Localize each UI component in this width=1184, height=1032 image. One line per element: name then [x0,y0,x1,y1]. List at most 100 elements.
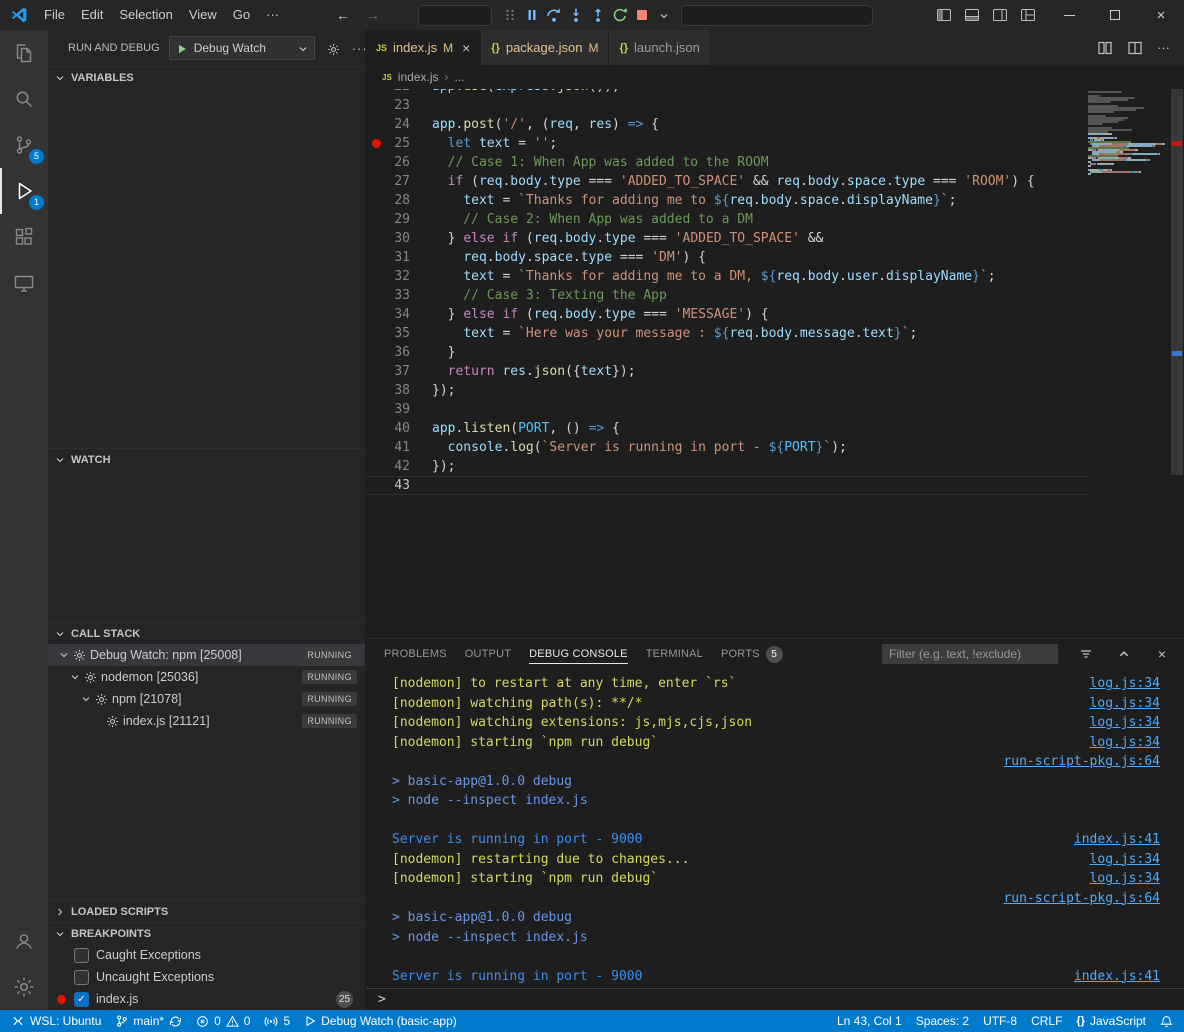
code-line-40[interactable]: 40app.listen(PORT, () => { [366,419,1088,438]
remote-indicator[interactable]: WSL: Ubuntu [4,1010,108,1032]
go-forward-icon[interactable]: → [366,7,380,23]
code-line-23[interactable]: 23 [366,96,1088,115]
code-line-28[interactable]: 28 text = `Thanks for adding me to ${req… [366,191,1088,210]
call-stack-row[interactable]: npm [21078]RUNNING [48,688,365,710]
extensions-icon[interactable] [0,214,48,260]
close-tab-icon[interactable]: × [462,40,470,56]
breadcrumb-symbol[interactable]: ... [454,70,464,84]
restart-icon[interactable] [610,5,629,25]
menu-edit[interactable]: Edit [73,0,111,30]
scrollbar-thumb[interactable] [1171,89,1183,475]
minimap[interactable] [1088,89,1170,638]
step-out-icon[interactable] [588,5,607,25]
breakpoint-checkbox[interactable]: ✓ [74,992,89,1007]
menu-file[interactable]: File [36,0,73,30]
toggle-secondary-sidebar-icon[interactable] [992,7,1008,24]
forwarded-ports-status[interactable]: 5 [257,1010,297,1032]
command-center-search-box[interactable] [681,5,873,26]
call-stack-row[interactable]: index.js [21121]RUNNING [48,710,365,732]
code-editor[interactable]: 22app.use(express.json());2324app.post('… [366,89,1184,638]
source-control-icon[interactable]: 5 [0,122,48,168]
breakpoint-checkbox[interactable] [74,948,89,963]
toggle-panel-icon[interactable] [964,7,980,24]
encoding[interactable]: UTF-8 [976,1010,1024,1032]
code-line-41[interactable]: 41 console.log(`Server is running in por… [366,438,1088,457]
close-panel-icon[interactable]: × [1152,646,1172,662]
loaded-scripts-section-header[interactable]: LOADED SCRIPTS [48,900,365,922]
breakpoint-checkbox[interactable] [74,970,89,985]
code-line-38[interactable]: 38}); [366,381,1088,400]
debug-toolbar-grip[interactable] [500,5,519,25]
menu-more[interactable]: ··· [258,0,287,30]
accounts-icon[interactable] [0,918,48,964]
editor-scrollbar[interactable] [1170,89,1184,638]
source-location-link[interactable]: log.js:34 [1090,735,1160,750]
source-location-link[interactable]: log.js:34 [1090,871,1160,886]
code-line-42[interactable]: 42}); [366,457,1088,476]
breakpoints-section-header[interactable]: BREAKPOINTS [48,922,365,944]
code-line-39[interactable]: 39 [366,400,1088,419]
code-line-32[interactable]: 32 text = `Thanks for adding me to a DM,… [366,267,1088,286]
menu-go[interactable]: Go [225,0,258,30]
source-location-link[interactable]: run-script-pkg.js:64 [1003,891,1160,906]
code-line-34[interactable]: 34 } else if (req.body.type === 'MESSAGE… [366,305,1088,324]
tab-index.js[interactable]: JSindex.jsM× [366,30,481,65]
debug-status[interactable]: Debug Watch (basic-app) [297,1010,464,1032]
pause-icon[interactable] [522,5,541,25]
code-line-22[interactable]: 22app.use(express.json()); [366,89,1088,96]
indentation[interactable]: Spaces: 2 [909,1010,976,1032]
breakpoint-row[interactable]: ✓index.js25 [48,988,365,1010]
cursor-position[interactable]: Ln 43, Col 1 [830,1010,909,1032]
start-debugging-icon[interactable] [176,41,188,55]
source-location-link[interactable]: log.js:34 [1090,715,1160,730]
breadcrumb[interactable]: JS index.js › ... [366,65,1184,89]
debug-config-dropdown[interactable]: Debug Watch [169,36,315,60]
call-stack-section-header[interactable]: CALL STACK [48,622,365,644]
breakpoint-dot[interactable] [372,139,381,148]
command-center-left-box[interactable] [418,5,492,26]
close-button[interactable]: × [1138,0,1184,30]
panel-tab-terminal[interactable]: TERMINAL [646,639,703,669]
breakpoint-row[interactable]: Caught Exceptions [48,944,365,966]
watch-section-header[interactable]: WATCH [48,448,365,470]
open-changes-icon[interactable] [1097,39,1113,56]
call-stack-row[interactable]: Debug Watch: npm [25008]RUNNING [48,644,365,666]
language-mode[interactable]: {} JavaScript [1069,1010,1153,1032]
run-and-debug-icon[interactable]: 1 [0,168,48,214]
menu-view[interactable]: View [181,0,225,30]
step-over-icon[interactable] [544,5,563,25]
remote-explorer-icon[interactable] [0,260,48,306]
debug-console-input[interactable]: > [366,988,1184,1010]
console-filter-input[interactable] [882,644,1058,664]
sidebar-more-actions-icon[interactable]: ··· [352,41,366,56]
go-back-icon[interactable]: ← [336,7,350,23]
search-icon[interactable] [0,76,48,122]
source-location-link[interactable]: log.js:34 [1090,852,1160,867]
code-line-26[interactable]: 26 // Case 1: When App was added to the … [366,153,1088,172]
breakpoint-row[interactable]: Uncaught Exceptions [48,966,365,988]
source-location-link[interactable]: index.js:41 [1074,832,1160,847]
variables-section-header[interactable]: VARIABLES [48,66,365,88]
more-actions-icon[interactable]: ··· [1157,40,1170,55]
source-location-link[interactable]: log.js:34 [1090,676,1160,691]
call-stack-row[interactable]: nodemon [25036]RUNNING [48,666,365,688]
debug-settings-gear-icon[interactable] [327,40,340,55]
code-line-33[interactable]: 33 // Case 3: Texting the App [366,286,1088,305]
breadcrumb-file[interactable]: index.js [398,70,439,84]
source-location-link[interactable]: run-script-pkg.js:64 [1003,754,1160,769]
stop-dropdown-chevron-icon[interactable] [654,5,673,25]
code-line-36[interactable]: 36 } [366,343,1088,362]
notifications-bell-icon[interactable] [1153,1010,1180,1032]
eol-selector[interactable]: CRLF [1024,1010,1069,1032]
code-line-43[interactable]: 43 [366,476,1088,495]
stop-icon[interactable] [632,5,651,25]
source-location-link[interactable]: log.js:34 [1090,696,1160,711]
panel-tab-output[interactable]: OUTPUT [465,639,511,669]
code-line-24[interactable]: 24app.post('/', (req, res) => { [366,115,1088,134]
settings-gear-icon[interactable] [0,964,48,1010]
maximize-panel-icon[interactable] [1114,648,1134,660]
problems-status[interactable]: 0 0 [189,1010,257,1032]
panel-tab-problems[interactable]: PROBLEMS [384,639,447,669]
explorer-icon[interactable] [0,30,48,76]
code-line-29[interactable]: 29 // Case 2: When App was added to a DM [366,210,1088,229]
